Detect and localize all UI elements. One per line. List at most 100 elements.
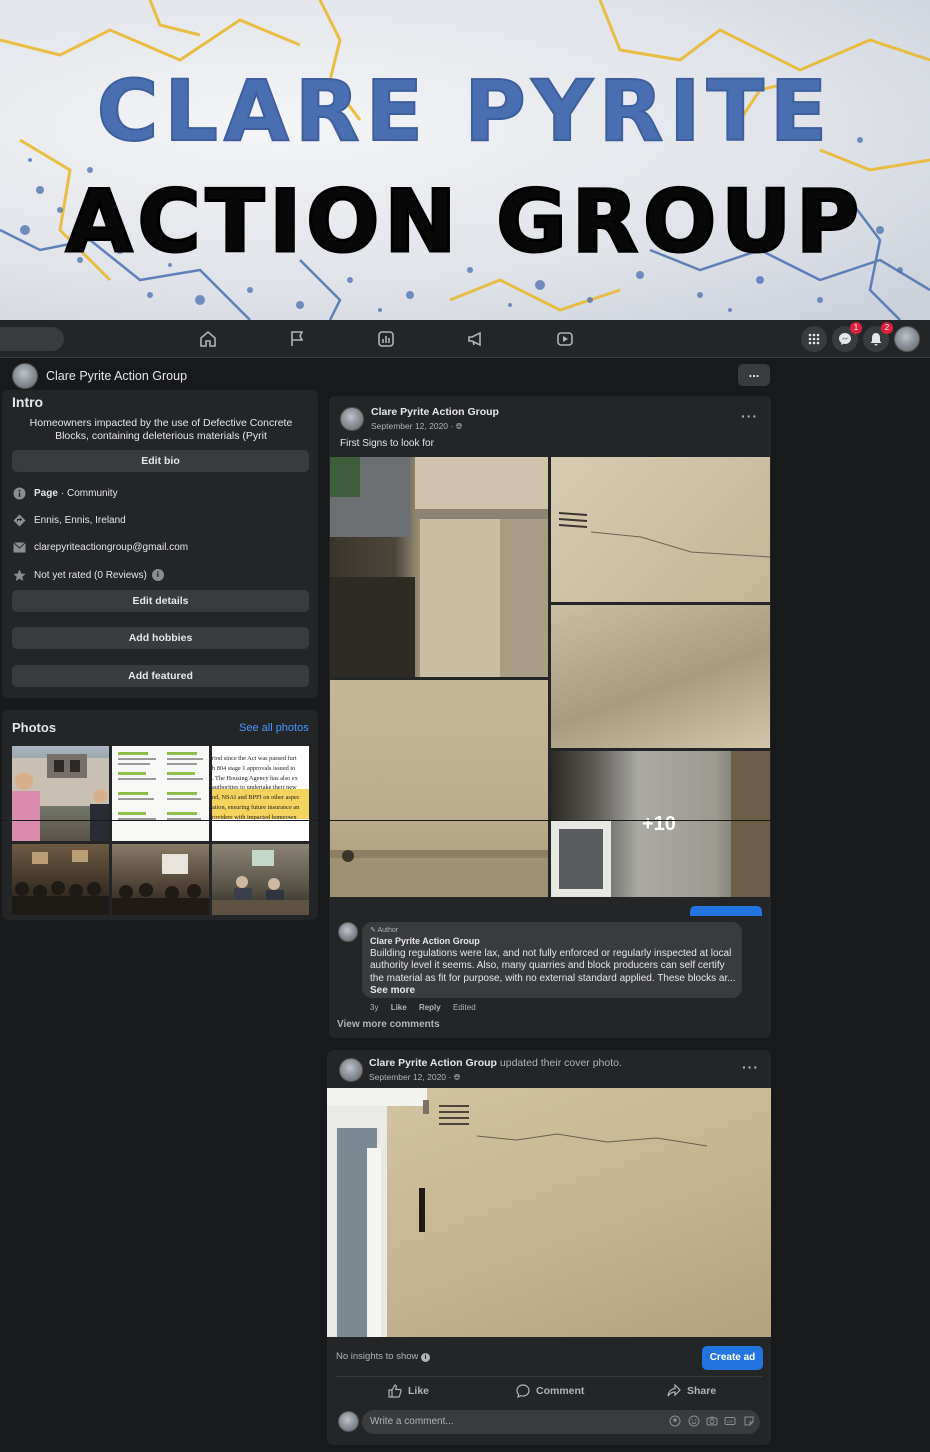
photo-thumb-5[interactable] xyxy=(112,844,209,915)
post2-divider xyxy=(336,1376,762,1377)
page-category-row: Page · Community xyxy=(12,485,118,501)
share-button[interactable]: Share xyxy=(667,1384,716,1398)
post2-more-icon[interactable]: ··· xyxy=(742,1059,759,1075)
no-insights-text: No insights to show i xyxy=(336,1351,431,1362)
page-type-label: Page xyxy=(34,487,58,499)
post2-date[interactable]: September 12, 2020 · 🌐︎ xyxy=(369,1072,460,1083)
globe-icon: 🌐︎ xyxy=(453,1072,461,1082)
share-label: Share xyxy=(687,1385,717,1397)
post1-image-2[interactable] xyxy=(551,457,770,602)
profile-avatar[interactable] xyxy=(894,326,920,352)
like-button[interactable]: Like xyxy=(388,1384,429,1398)
photo-thumb-2[interactable] xyxy=(112,746,209,841)
page-header-row: Clare Pyrite Action Group ... xyxy=(0,358,930,392)
cracked-wall-texture xyxy=(0,0,930,320)
photo-thumb-3[interactable]: riod since the Act was passed furt h 804 … xyxy=(212,746,309,841)
like-label: Like xyxy=(408,1385,430,1397)
messenger-badge: 1 xyxy=(850,322,862,334)
star-icon xyxy=(12,568,26,582)
edit-bio-button[interactable]: Edit bio xyxy=(12,450,309,472)
intro-description: Homeowners impacted by the use of Defect… xyxy=(29,417,293,442)
rating-row: Not yet rated (0 Reviews) i xyxy=(12,567,164,583)
svg-text:GIF: GIF xyxy=(727,1419,734,1424)
comment-icon xyxy=(516,1384,530,1398)
post1-image-4[interactable] xyxy=(330,680,548,897)
messenger-icon[interactable]: 1 xyxy=(832,322,862,352)
location-icon xyxy=(12,513,26,527)
post2-avatar[interactable] xyxy=(339,1058,363,1082)
notifications-icon[interactable]: 2 xyxy=(863,322,893,352)
comment-time[interactable]: 3y xyxy=(370,1003,378,1012)
gif-icon[interactable]: GIF xyxy=(724,1415,736,1427)
post1-author[interactable]: Clare Pyrite Action Group xyxy=(371,406,499,418)
comment-label: Comment xyxy=(536,1385,585,1397)
post2-author[interactable]: Clare Pyrite Action Group xyxy=(369,1057,497,1069)
page-name[interactable]: Clare Pyrite Action Group xyxy=(46,369,187,383)
comment-text: Building regulations were lax, and not f… xyxy=(370,948,736,996)
cover-title-line1: CLARE PYRITE xyxy=(96,61,834,161)
info-icon[interactable]: i xyxy=(421,1353,431,1362)
post1-image-3[interactable] xyxy=(551,605,770,748)
comment-button[interactable]: Comment xyxy=(516,1384,584,1398)
flag-icon[interactable] xyxy=(287,329,307,349)
post2-action-text: updated their cover photo. xyxy=(499,1057,622,1069)
rating-text: Not yet rated (0 Reviews) xyxy=(34,569,147,581)
write-comment-placeholder: Write a comment... xyxy=(370,1416,454,1427)
page-category-text: · Community xyxy=(60,487,118,499)
insights-icon[interactable] xyxy=(376,329,396,349)
home-icon[interactable] xyxy=(198,329,218,349)
like-icon xyxy=(388,1384,402,1398)
page-avatar[interactable] xyxy=(12,363,38,389)
overlay-divider xyxy=(0,820,770,821)
sticker-icon[interactable] xyxy=(743,1415,755,1427)
location-text[interactable]: Ennis, Ennis, Ireland xyxy=(34,515,126,526)
commenter-avatar[interactable] xyxy=(338,1411,359,1432)
comment-meta: 3y Like Reply Edited xyxy=(370,1003,486,1012)
photo-thumb-6[interactable] xyxy=(212,844,309,915)
page-more-button[interactable]: ... xyxy=(738,364,770,386)
document-text-snippet: riod since the Act was passed furt h 804 … xyxy=(212,755,300,821)
email-text[interactable]: clarepyriteactiongroup@gmail.com xyxy=(34,542,188,553)
rating-info-icon[interactable]: i xyxy=(151,569,164,581)
info-icon xyxy=(12,486,26,500)
post1-more-icon[interactable]: ··· xyxy=(741,408,758,424)
edit-details-button[interactable]: Edit details xyxy=(12,590,309,612)
post1-date[interactable]: September 12, 2020 · 🌐︎ xyxy=(371,421,462,432)
emoji-icon[interactable] xyxy=(688,1415,700,1427)
post2-author-line: Clare Pyrite Action Group updated their … xyxy=(369,1057,622,1069)
comment-avatar[interactable] xyxy=(338,922,358,942)
search-box[interactable] xyxy=(0,327,64,351)
view-more-comments-link[interactable]: View more comments xyxy=(337,1019,440,1030)
more-photos-count[interactable]: +10 xyxy=(642,813,676,836)
megaphone-icon[interactable] xyxy=(466,329,486,349)
grid-menu-icon[interactable] xyxy=(801,326,827,352)
email-icon xyxy=(12,540,26,554)
cover-photo[interactable]: CLARE PYRITE ACTION GROUP xyxy=(0,0,930,320)
globe-icon: 🌐︎ xyxy=(455,421,463,431)
create-ad-button-partial[interactable] xyxy=(690,906,762,916)
email-row: clarepyriteactiongroup@gmail.com xyxy=(12,539,188,555)
photos-title: Photos xyxy=(12,720,57,735)
comment-like-link[interactable]: Like xyxy=(391,1003,407,1012)
cover-title-line2: ACTION GROUP xyxy=(64,171,865,274)
post1-avatar[interactable] xyxy=(340,407,364,431)
photo-thumb-4[interactable] xyxy=(12,844,109,915)
video-icon[interactable] xyxy=(555,329,575,349)
notifications-badge: 2 xyxy=(881,322,893,334)
location-row: Ennis, Ennis, Ireland xyxy=(12,512,126,528)
photo-thumb-1[interactable] xyxy=(12,746,109,841)
post1-image-1[interactable] xyxy=(330,457,548,677)
see-all-photos-link[interactable]: See all photos xyxy=(239,722,309,734)
comment-reply-link[interactable]: Reply xyxy=(419,1003,441,1012)
avatar-sticker-icon[interactable] xyxy=(669,1415,681,1427)
camera-icon[interactable] xyxy=(706,1415,718,1427)
comment-author[interactable]: Clare Pyrite Action Group xyxy=(370,936,480,946)
add-hobbies-button[interactable]: Add hobbies xyxy=(12,627,309,649)
author-badge: ✎ Author xyxy=(370,927,399,934)
see-more-link[interactable]: See more xyxy=(370,985,415,996)
top-navigation-bar: 1 2 xyxy=(0,320,930,358)
add-featured-button[interactable]: Add featured xyxy=(12,665,309,687)
share-icon xyxy=(667,1384,681,1397)
create-ad-button[interactable]: Create ad xyxy=(702,1346,763,1370)
post2-cover-image[interactable] xyxy=(327,1088,771,1337)
